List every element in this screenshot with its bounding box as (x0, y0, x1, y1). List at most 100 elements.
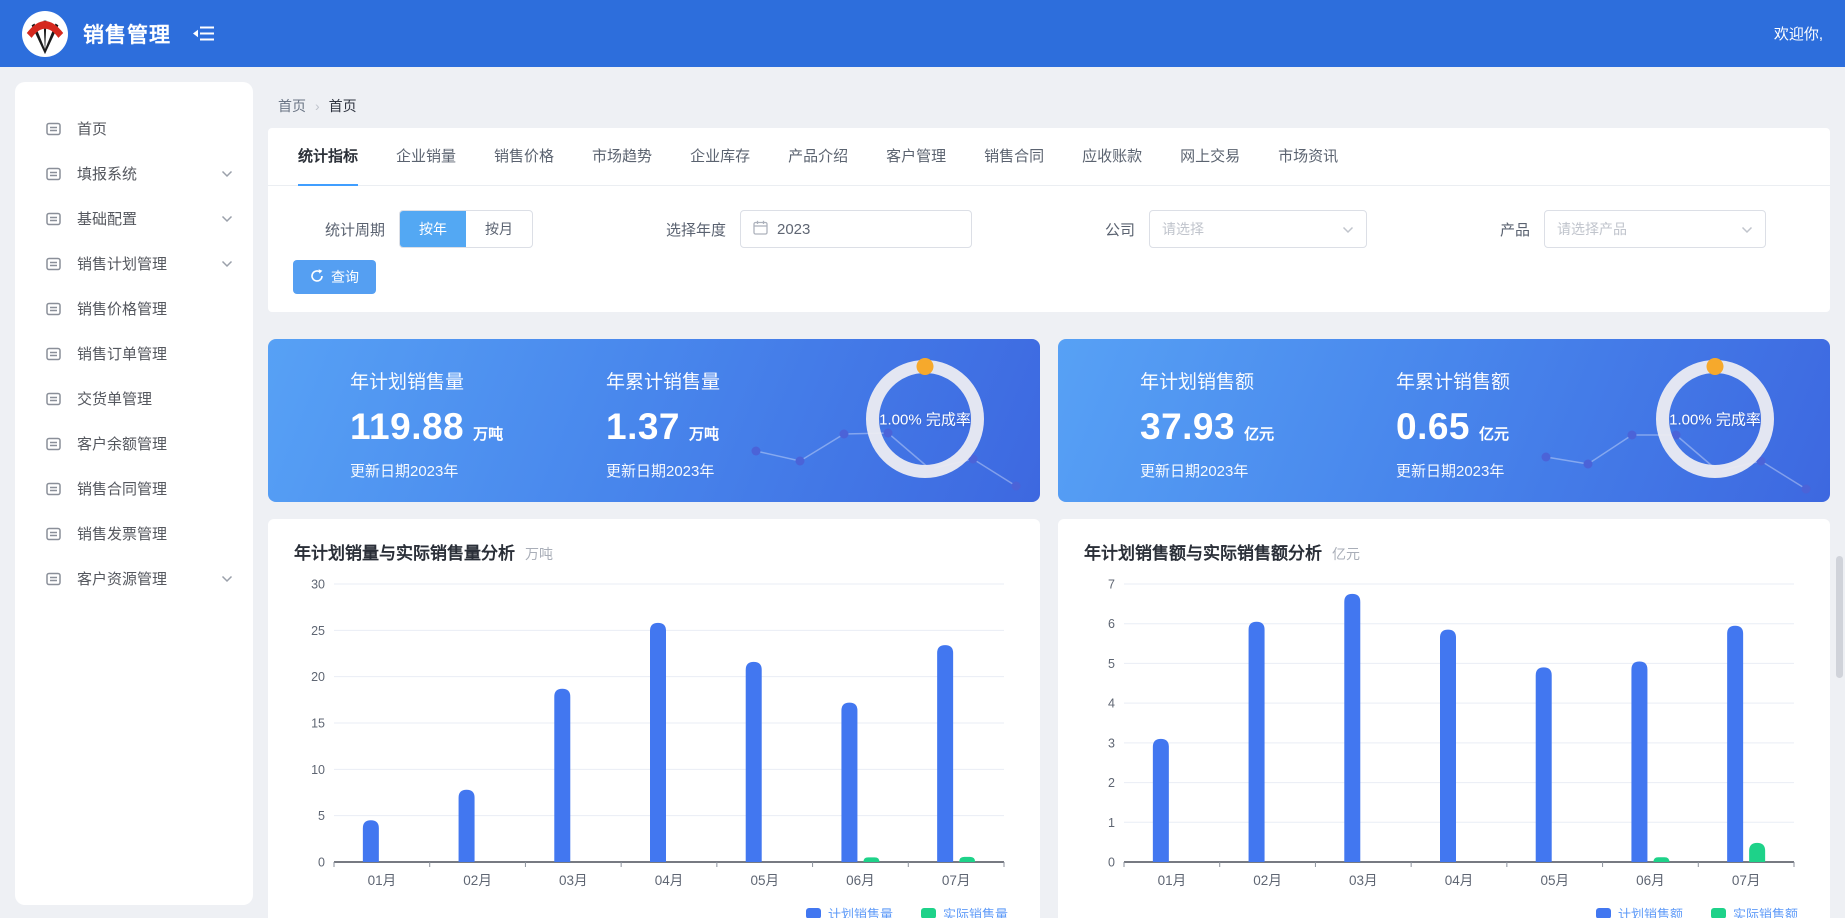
sidebar-item-delivery-note[interactable]: 交货单管理 (15, 376, 253, 421)
year-label: 选择年度 (666, 219, 726, 240)
svg-text:07月: 07月 (1732, 873, 1761, 888)
company-select[interactable]: 请选择 (1149, 210, 1367, 248)
product-select[interactable]: 请选择产品 (1544, 210, 1766, 248)
stat-date: 更新日期2023年 (606, 460, 862, 481)
tab-product-intro[interactable]: 产品介绍 (788, 128, 848, 186)
svg-text:2: 2 (1108, 776, 1115, 790)
chart-card-volume: 年计划销量与实际销售量分析 万吨 05101520253001月02月03月04… (268, 519, 1040, 918)
menu-icon (45, 256, 62, 272)
legend-label: 实际销售量 (943, 904, 1008, 918)
svg-text:05月: 05月 (1540, 873, 1569, 888)
sidebar-item-label: 销售价格管理 (77, 298, 167, 319)
sidebar-item-label: 客户资源管理 (77, 568, 167, 589)
breadcrumb-home[interactable]: 首页 (278, 96, 306, 116)
scrollbar-thumb[interactable] (1836, 556, 1843, 678)
legend-actual-amount[interactable]: 实际销售额 (1711, 904, 1798, 918)
stat-cumulative-amount: 年累计销售额 0.65 亿元 更新日期2023年 (1396, 367, 1652, 481)
svg-text:3: 3 (1108, 736, 1115, 750)
chart-title: 年计划销售额与实际销售额分析 (1084, 539, 1322, 564)
sidebar-item-sales-contract[interactable]: 销售合同管理 (15, 466, 253, 511)
period-by-month-button[interactable]: 按月 (466, 211, 532, 247)
tab-online-trade[interactable]: 网上交易 (1180, 128, 1240, 186)
product-label: 产品 (1500, 219, 1530, 240)
svg-text:25: 25 (311, 624, 325, 638)
chart-card-amount: 年计划销售额与实际销售额分析 亿元 0123456701月02月03月04月05… (1058, 519, 1830, 918)
year-value: 2023 (777, 221, 810, 238)
chart-legend: 计划销售额 实际销售额 (1084, 904, 1806, 918)
sidebar: 首页 填报系统 基础配置 销售计划管理 销售价格管理 销售订单管理 交货单管理 … (15, 82, 253, 905)
chevron-down-icon (221, 575, 233, 583)
svg-text:10: 10 (311, 763, 325, 777)
year-picker[interactable]: 2023 (740, 210, 972, 248)
legend-swatch (921, 908, 936, 918)
sidebar-item-label: 销售发票管理 (77, 523, 167, 544)
chevron-down-icon (221, 260, 233, 268)
welcome-text: 欢迎你, (1774, 23, 1823, 44)
stat-title: 年累计销售量 (606, 367, 862, 394)
tabs-filter-panel: 统计指标 企业销量 销售价格 市场趋势 企业库存 产品介绍 客户管理 销售合同 … (268, 128, 1830, 312)
stat-title: 年累计销售额 (1396, 367, 1652, 394)
chevron-down-icon (1342, 221, 1354, 237)
menu-icon (45, 211, 62, 227)
filter-row: 统计周期 按年 按月 选择年度 2023 公司 请选择 (268, 186, 1830, 248)
stat-unit: 亿元 (1244, 423, 1274, 444)
svg-text:20: 20 (311, 670, 325, 684)
svg-text:0: 0 (1108, 856, 1115, 870)
sidebar-item-home[interactable]: 首页 (15, 106, 253, 151)
chart-title: 年计划销量与实际销售量分析 (294, 539, 515, 564)
legend-label: 计划销售量 (828, 904, 893, 918)
chevron-down-icon (221, 215, 233, 223)
stat-date: 更新日期2023年 (350, 460, 606, 481)
sidebar-item-sales-invoice[interactable]: 销售发票管理 (15, 511, 253, 556)
sidebar-item-customer-balance[interactable]: 客户余额管理 (15, 421, 253, 466)
sidebar-item-label: 销售订单管理 (77, 343, 167, 364)
tab-enterprise-sales[interactable]: 企业销量 (396, 128, 456, 186)
tab-customer-mgmt[interactable]: 客户管理 (886, 128, 946, 186)
stat-title: 年计划销售量 (350, 367, 606, 394)
sidebar-item-label: 基础配置 (77, 208, 137, 229)
svg-text:15: 15 (311, 717, 325, 731)
company-label: 公司 (1105, 219, 1135, 240)
sidebar-item-basic-config[interactable]: 基础配置 (15, 196, 253, 241)
sidebar-item-sales-price[interactable]: 销售价格管理 (15, 286, 253, 331)
breadcrumb-separator: › (315, 98, 320, 114)
sidebar-item-label: 客户余额管理 (77, 433, 167, 454)
sidebar-item-customer-resource[interactable]: 客户资源管理 (15, 556, 253, 601)
tab-market-trend[interactable]: 市场趋势 (592, 128, 652, 186)
stat-plan-volume: 年计划销售量 119.88 万吨 更新日期2023年 (350, 367, 606, 481)
svg-text:04月: 04月 (1445, 873, 1474, 888)
tab-enterprise-inventory[interactable]: 企业库存 (690, 128, 750, 186)
svg-text:5: 5 (318, 809, 325, 823)
period-by-year-button[interactable]: 按年 (400, 211, 466, 247)
sidebar-item-label: 销售合同管理 (77, 478, 167, 499)
stat-value: 1.37 (606, 406, 680, 448)
svg-text:04月: 04月 (655, 873, 684, 888)
tab-receivables[interactable]: 应收账款 (1082, 128, 1142, 186)
svg-text:03月: 03月 (559, 873, 588, 888)
gauge-text: 1.00% 完成率 (1669, 409, 1761, 430)
menu-icon (45, 166, 62, 182)
svg-text:5: 5 (1108, 657, 1115, 671)
svg-text:05月: 05月 (750, 873, 779, 888)
tab-sales-price[interactable]: 销售价格 (494, 128, 554, 186)
sidebar-item-label: 销售计划管理 (77, 253, 167, 274)
query-button[interactable]: 查询 (293, 260, 376, 294)
sidebar-item-sales-plan[interactable]: 销售计划管理 (15, 241, 253, 286)
legend-plan-volume[interactable]: 计划销售量 (806, 904, 893, 918)
app-header: 销售管理 欢迎你, (0, 0, 1845, 67)
sidebar-item-label: 填报系统 (77, 163, 137, 184)
legend-actual-volume[interactable]: 实际销售量 (921, 904, 1008, 918)
sidebar-item-filling-system[interactable]: 填报系统 (15, 151, 253, 196)
legend-label: 实际销售额 (1733, 904, 1798, 918)
sidebar-item-sales-order[interactable]: 销售订单管理 (15, 331, 253, 376)
tab-statistics[interactable]: 统计指标 (298, 128, 358, 186)
chevron-down-icon (1741, 221, 1753, 237)
period-toggle: 按年 按月 (399, 210, 533, 248)
stat-value: 37.93 (1140, 406, 1235, 448)
chart-unit: 亿元 (1332, 544, 1360, 564)
tab-market-news[interactable]: 市场资讯 (1278, 128, 1338, 186)
collapse-sidebar-icon[interactable] (193, 25, 215, 42)
tab-sales-contract[interactable]: 销售合同 (984, 128, 1044, 186)
legend-plan-amount[interactable]: 计划销售额 (1596, 904, 1683, 918)
stat-value: 119.88 (350, 406, 464, 448)
